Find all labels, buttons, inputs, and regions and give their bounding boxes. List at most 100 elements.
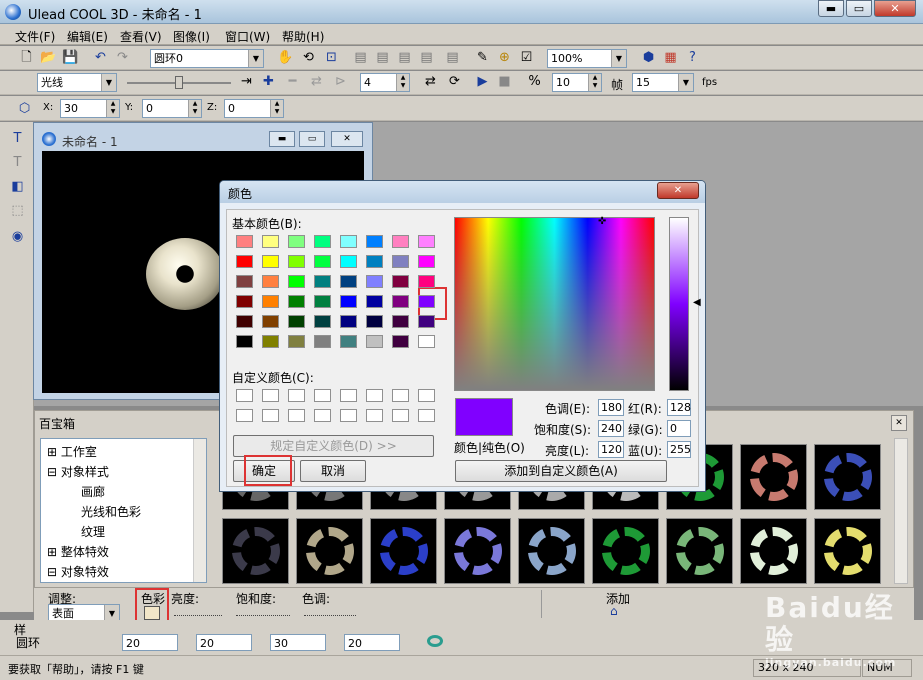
style-thumbnail[interactable] <box>444 518 511 584</box>
maximize-button[interactable]: ▭ <box>846 0 872 17</box>
basic-color-swatch[interactable] <box>314 335 331 348</box>
sat-input[interactable]: 240 <box>598 420 624 437</box>
spinner-arrows-icon[interactable]: ▲ ▼ <box>188 100 201 117</box>
lum-input[interactable]: 120 <box>598 441 624 458</box>
steps-spinner[interactable]: 4 ▲ ▼ <box>360 73 410 92</box>
basic-color-swatch[interactable] <box>418 295 435 308</box>
basic-color-swatch[interactable] <box>340 235 357 248</box>
hand-move-icon[interactable]: ✋ <box>277 49 294 66</box>
save-icon[interactable]: 💾 <box>62 49 79 66</box>
basic-color-swatch[interactable] <box>236 235 253 248</box>
basic-color-swatch[interactable] <box>236 275 253 288</box>
basic-color-swatch[interactable] <box>392 295 409 308</box>
menu-file[interactable]: 文件(F) <box>15 28 55 45</box>
object-combo[interactable]: 圆环0 ▼ <box>150 49 264 68</box>
light-combo[interactable]: 光线 ▼ <box>37 73 117 92</box>
z-spinner[interactable]: 0 ▲ ▼ <box>224 99 284 118</box>
spinner-arrows-icon[interactable]: ▲ ▼ <box>396 74 409 91</box>
tree-item-light-color[interactable]: 光线和色彩 <box>81 503 141 520</box>
define-custom-button[interactable]: 规定自定义颜色(D) >> <box>233 435 434 457</box>
globe-icon[interactable]: ⊕ <box>496 49 513 66</box>
custom-color-slot[interactable] <box>262 409 279 422</box>
basic-color-swatch[interactable] <box>392 235 409 248</box>
wand-icon[interactable]: ✎ <box>474 49 491 66</box>
tree-item-studio[interactable]: ⊞ 工作室 <box>47 443 97 460</box>
custom-color-slot[interactable] <box>236 409 253 422</box>
blue-input[interactable]: 255 <box>667 441 691 458</box>
group-icon[interactable]: ▤ <box>444 49 461 66</box>
basic-color-swatch[interactable] <box>366 295 383 308</box>
text-tool-icon[interactable]: T <box>9 130 26 147</box>
basic-color-swatch[interactable] <box>236 255 253 268</box>
x-spinner[interactable]: 30 ▲ ▼ <box>60 99 120 118</box>
render-icon[interactable]: ⬢ <box>640 49 657 66</box>
menu-help[interactable]: 帮助(H) <box>282 28 324 45</box>
basic-color-swatch[interactable] <box>314 275 331 288</box>
style-thumbnail[interactable] <box>296 518 363 584</box>
torus-object[interactable] <box>146 238 224 310</box>
red-input[interactable]: 128 <box>667 399 691 416</box>
basic-color-swatch[interactable] <box>288 295 305 308</box>
basic-color-swatch[interactable] <box>340 275 357 288</box>
tree-scrollbar[interactable] <box>193 439 206 582</box>
basic-color-swatch[interactable] <box>340 335 357 348</box>
basic-color-swatch[interactable] <box>392 255 409 268</box>
custom-color-slot[interactable] <box>366 409 383 422</box>
style-thumbnail[interactable] <box>814 518 881 584</box>
align-right-icon[interactable]: ▤ <box>396 49 413 66</box>
style-thumbnail[interactable] <box>814 444 881 510</box>
spinner-arrows-icon[interactable]: ▲ ▼ <box>106 100 119 117</box>
add-custom-button[interactable]: 添加到自定义颜色(A) <box>455 460 667 482</box>
basic-color-swatch[interactable] <box>262 335 279 348</box>
basic-color-swatch[interactable] <box>418 275 435 288</box>
distribute-icon[interactable]: ▤ <box>418 49 435 66</box>
doc-close-button[interactable]: ✕ <box>331 131 363 147</box>
basic-color-swatch[interactable] <box>366 235 383 248</box>
custom-color-slot[interactable] <box>288 409 305 422</box>
gallery-close-button[interactable]: ✕ <box>891 415 907 431</box>
add-to-gallery-icon[interactable]: ⌂ <box>610 605 624 618</box>
edit-text-icon[interactable]: T <box>9 154 26 171</box>
play-icon[interactable]: ▶ <box>474 73 491 90</box>
basic-color-swatch[interactable] <box>392 275 409 288</box>
check-icon[interactable]: ☑ <box>518 49 535 66</box>
basic-color-swatch[interactable] <box>288 235 305 248</box>
basic-color-swatch[interactable] <box>366 315 383 328</box>
select-area-icon[interactable]: ⬚ <box>9 202 26 219</box>
custom-color-slot[interactable] <box>314 409 331 422</box>
zoom-combo[interactable]: 100% ▼ <box>547 49 627 68</box>
basic-color-swatch[interactable] <box>288 335 305 348</box>
saturation-slider[interactable] <box>236 610 290 616</box>
basic-color-swatch[interactable] <box>340 295 357 308</box>
hue-slider[interactable] <box>304 610 356 616</box>
frame-end-icon[interactable]: ⇥ <box>238 73 255 90</box>
stop-icon[interactable]: ■ <box>496 73 513 90</box>
menu-view[interactable]: 查看(V) <box>120 28 162 45</box>
doc-restore-button[interactable]: ▭ <box>299 131 325 147</box>
attr-spinner-1[interactable]: 20 <box>122 634 178 651</box>
luminance-arrow-icon[interactable]: ◀ <box>693 298 701 308</box>
close-button[interactable]: ✕ <box>874 0 916 17</box>
style-thumbnail[interactable] <box>518 518 585 584</box>
rotate-object-icon[interactable]: ⟲ <box>300 49 317 66</box>
style-thumbnail[interactable] <box>740 518 807 584</box>
shape-tool-icon[interactable]: ◧ <box>9 178 26 195</box>
basic-color-swatch[interactable] <box>262 235 279 248</box>
custom-color-slot[interactable] <box>262 389 279 402</box>
frame-spinner[interactable]: 10 ▲ ▼ <box>552 73 602 92</box>
add-frame-icon[interactable]: ✚ <box>260 73 277 90</box>
key-frame-icon[interactable]: ⇄ <box>308 73 325 90</box>
basic-color-swatch[interactable] <box>418 255 435 268</box>
basic-color-swatch[interactable] <box>262 295 279 308</box>
basic-color-swatch[interactable] <box>366 255 383 268</box>
style-thumbnail[interactable] <box>370 518 437 584</box>
custom-color-slot[interactable] <box>392 389 409 402</box>
percent-icon[interactable]: % <box>526 73 543 90</box>
basic-color-swatch[interactable] <box>418 315 435 328</box>
color-swatch-button[interactable] <box>144 606 160 620</box>
tree-item-texture[interactable]: 纹理 <box>81 523 105 540</box>
help-pointer-icon[interactable]: ? <box>684 49 701 66</box>
basic-color-swatch[interactable] <box>262 275 279 288</box>
basic-color-swatch[interactable] <box>366 275 383 288</box>
custom-color-slot[interactable] <box>418 389 435 402</box>
